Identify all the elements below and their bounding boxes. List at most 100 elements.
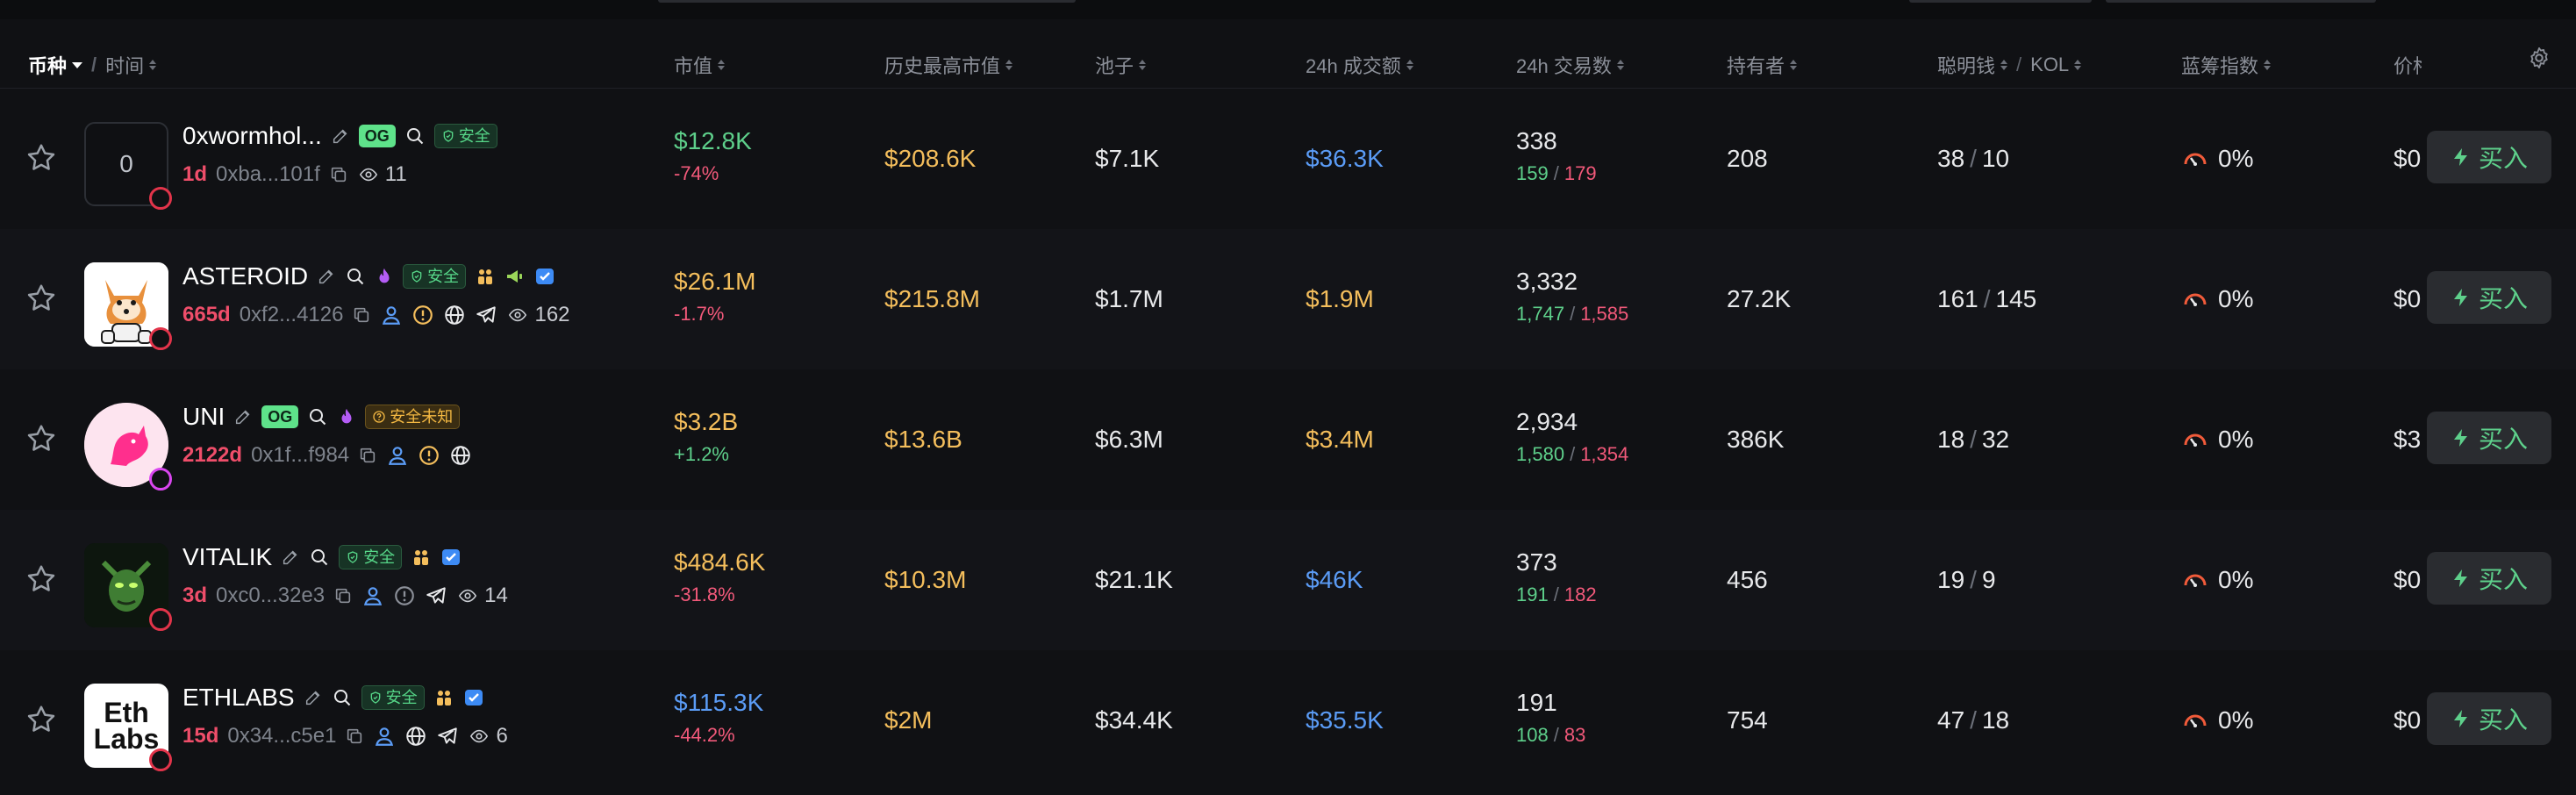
copy-icon[interactable]: [329, 165, 348, 184]
safe-badge: 安全: [339, 545, 403, 569]
column-price[interactable]: 价格: [2394, 51, 2422, 79]
column-time[interactable]: 时间: [105, 51, 144, 79]
column-coin[interactable]: 币种 / 时间: [28, 51, 157, 79]
market-cap: $484.6K: [674, 548, 766, 576]
chain-badge: [149, 608, 172, 631]
pool-value: $21.1K: [1095, 566, 1173, 593]
search-icon[interactable]: [309, 547, 330, 568]
column-smart-money-kol[interactable]: 聪明钱 / KOL: [1937, 51, 2082, 79]
buy-button[interactable]: 买入: [2427, 552, 2551, 605]
token-name[interactable]: UNI: [182, 403, 225, 431]
verified-icon: [534, 266, 555, 287]
star-icon[interactable]: [25, 282, 58, 315]
buy-sell-count: 108/83: [1516, 724, 1586, 746]
globe-icon[interactable]: [443, 304, 466, 326]
table-row[interactable]: ASTEROID 安全 665d 0xf2...4126 162 $26.1M …: [0, 229, 2576, 369]
table-row[interactable]: UNI OG 安全未知 2122d 0x1f...f984 $3.2B +1.2…: [0, 369, 2576, 510]
sort-icon: [2074, 60, 2082, 70]
column-market-cap[interactable]: 市值: [674, 51, 726, 79]
ath-market-cap: $2M: [884, 706, 933, 734]
sort-icon: [1005, 60, 1013, 70]
pencil-icon[interactable]: [233, 407, 253, 426]
ath-market-cap: $215.8M: [884, 285, 980, 312]
lightning-icon: [2451, 427, 2472, 448]
table-row[interactable]: Eth Labs ETHLABS 安全 15d 0x34...c5e1 6 $1…: [0, 650, 2576, 791]
star-icon[interactable]: [25, 562, 58, 596]
txns-24h: 191: [1516, 689, 1557, 716]
warning-icon: [393, 584, 416, 607]
search-icon[interactable]: [332, 687, 353, 708]
warning-icon: [418, 444, 440, 467]
telegram-icon[interactable]: [436, 725, 459, 748]
copy-icon[interactable]: [352, 305, 371, 325]
gear-icon[interactable]: [2527, 46, 2551, 70]
contract-address: 0x34...c5e1: [227, 724, 337, 748]
globe-icon[interactable]: [449, 444, 472, 467]
column-pool[interactable]: 池子: [1095, 51, 1147, 79]
view-count: 14: [484, 584, 508, 607]
copy-icon[interactable]: [358, 446, 377, 465]
txns-24h: 373: [1516, 548, 1557, 576]
buy-button[interactable]: 买入: [2427, 131, 2551, 183]
token-name[interactable]: 0xwormhol...: [182, 122, 322, 150]
pool-value: $1.7M: [1095, 285, 1163, 312]
column-ath-market-cap[interactable]: 历史最高市值: [884, 51, 1013, 79]
column-txns-24h[interactable]: 24h 交易数: [1516, 51, 1624, 79]
token-name[interactable]: VITALIK: [182, 543, 272, 571]
sort-icon: [149, 60, 157, 70]
pencil-icon[interactable]: [281, 548, 300, 567]
telegram-icon[interactable]: [475, 304, 497, 326]
fire-icon: [375, 266, 394, 287]
user-icon[interactable]: [361, 584, 384, 607]
ath-market-cap: $13.6B: [884, 426, 962, 453]
buy-sell-count: 159/179: [1516, 162, 1597, 184]
column-holders[interactable]: 持有者: [1727, 51, 1798, 79]
table-row[interactable]: 0 0xwormhol... OG 安全 1d 0xba...101f 11 $…: [0, 89, 2576, 229]
market-cap: $12.8K: [674, 127, 752, 154]
shield-icon: [369, 691, 383, 705]
table-header: 币种 / 时间 市值 历史最高市值 池子 24h 成交额 24h 交易数 持有者…: [0, 33, 2576, 89]
token-name[interactable]: ETHLABS: [182, 684, 295, 712]
volume-24h: $35.5K: [1306, 706, 1384, 734]
ath-market-cap: $10.3M: [884, 566, 967, 593]
table-row[interactable]: VITALIK 安全 3d 0xc0...32e3 14 $484.6K -31…: [0, 510, 2576, 650]
copy-icon[interactable]: [333, 586, 353, 605]
chain-badge: [149, 187, 172, 210]
buy-sell-count: 1,747/1,585: [1516, 303, 1629, 325]
telegram-icon[interactable]: [425, 584, 447, 607]
contract-address: 0xba...101f: [216, 162, 320, 186]
gauge-icon: [2181, 706, 2209, 734]
pencil-icon[interactable]: [304, 688, 323, 707]
search-icon[interactable]: [307, 406, 328, 427]
team-icon: [433, 687, 454, 708]
star-icon[interactable]: [25, 422, 58, 455]
token-age: 1d: [182, 162, 208, 186]
globe-icon[interactable]: [404, 725, 427, 748]
txns-24h: 2,934: [1516, 408, 1578, 435]
user-icon[interactable]: [386, 444, 409, 467]
smart-kol: 38/10: [1937, 145, 2010, 172]
buy-button[interactable]: 买入: [2427, 271, 2551, 324]
user-icon[interactable]: [380, 304, 403, 326]
pencil-icon[interactable]: [317, 267, 336, 286]
token-age: 2122d: [182, 443, 243, 467]
chevron-down-icon: [72, 61, 83, 68]
user-icon[interactable]: [373, 725, 396, 748]
market-cap: $3.2B: [674, 408, 739, 435]
search-icon[interactable]: [404, 125, 426, 147]
token-name[interactable]: ASTEROID: [182, 262, 308, 290]
star-icon[interactable]: [25, 141, 58, 175]
buy-button[interactable]: 买入: [2427, 412, 2551, 464]
sort-icon: [1616, 60, 1624, 70]
column-bluechip[interactable]: 蓝筹指数: [2181, 51, 2272, 79]
view-count: 11: [384, 162, 407, 186]
chain-badge: [149, 327, 172, 350]
pencil-icon[interactable]: [331, 126, 350, 146]
buy-button[interactable]: 买入: [2427, 692, 2551, 745]
price-value: $3: [2394, 426, 2422, 453]
column-volume-24h[interactable]: 24h 成交额: [1306, 51, 1413, 79]
search-icon[interactable]: [345, 266, 366, 287]
star-icon[interactable]: [25, 703, 58, 736]
smart-kol: 18/32: [1937, 426, 2010, 453]
copy-icon[interactable]: [345, 727, 364, 746]
